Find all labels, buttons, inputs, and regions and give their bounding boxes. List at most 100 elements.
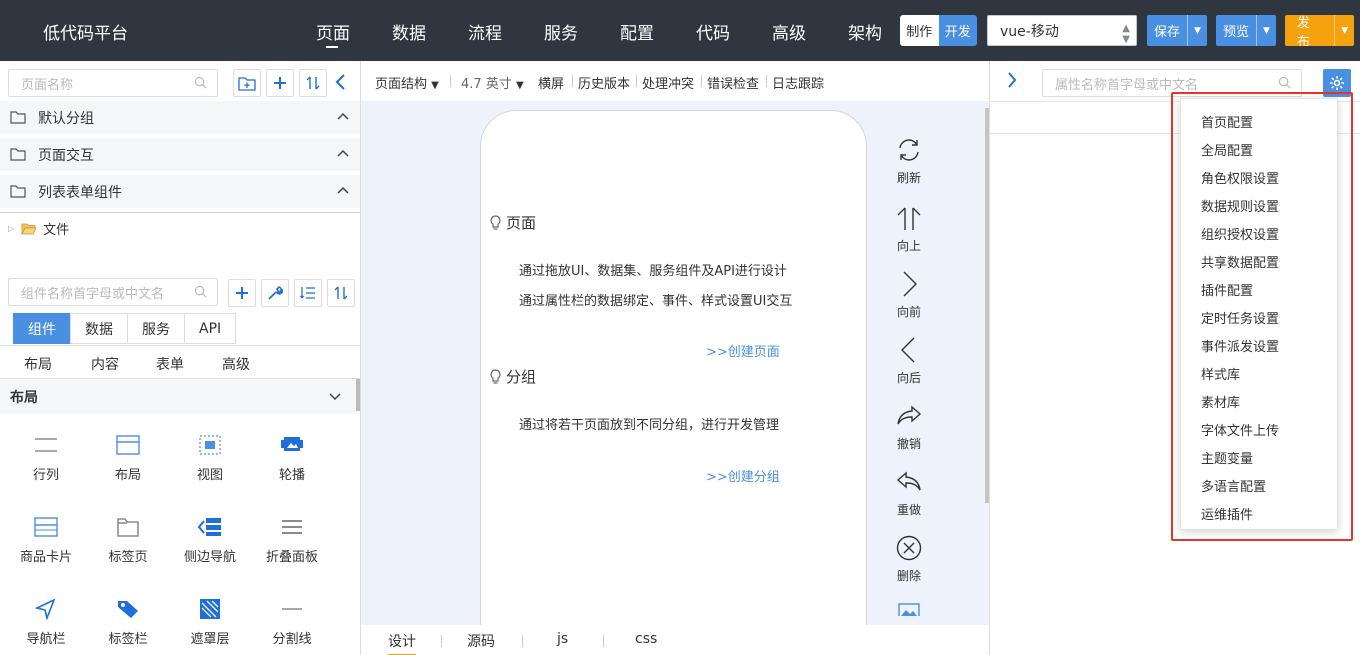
- tab-separator: [441, 635, 442, 647]
- group-row-list-form[interactable]: 列表表单组件: [0, 175, 360, 208]
- tab-js[interactable]: js: [557, 631, 568, 647]
- save-button[interactable]: 保存: [1147, 15, 1187, 46]
- subtab-advanced[interactable]: 高级: [222, 354, 250, 374]
- error-check-button[interactable]: 错误检查: [707, 73, 759, 92]
- platform-select[interactable]: vue-移动 ▲ ▼: [987, 15, 1137, 46]
- tree-item-file[interactable]: ▷ 文件: [8, 219, 69, 238]
- screen-size-label: 4.7 英寸: [461, 77, 512, 92]
- carousel-icon: [281, 437, 303, 451]
- component-search-input[interactable]: 组件名称首字母或中文名: [8, 278, 218, 306]
- nav-item-architecture[interactable]: 架构: [848, 19, 882, 44]
- subtab-form[interactable]: 表单: [156, 354, 184, 374]
- screen-size-dropdown[interactable]: 4.7 英寸 ▼: [461, 73, 524, 92]
- mode-switch: 制作 开发: [900, 15, 977, 46]
- create-page-link[interactable]: >>创建页面: [706, 341, 780, 360]
- component-label: 导航栏: [26, 632, 66, 647]
- nav-item-data[interactable]: 数据: [392, 19, 426, 44]
- move-back-tool[interactable]: 向后: [887, 337, 931, 386]
- subtab-content[interactable]: 内容: [91, 354, 119, 374]
- component-tabbar[interactable]: 标签栏: [87, 597, 169, 647]
- image-tool[interactable]: [887, 602, 931, 622]
- component-label: 商品卡片: [19, 550, 72, 565]
- tab-components[interactable]: 组件: [13, 313, 71, 344]
- tab-api[interactable]: API: [184, 313, 237, 344]
- preview-button[interactable]: 预览: [1216, 15, 1256, 46]
- component-overlay[interactable]: 遮罩层: [169, 597, 251, 647]
- mode-make-button[interactable]: 制作: [900, 15, 939, 46]
- add-folder-button[interactable]: [233, 69, 261, 97]
- delete-tool[interactable]: 删除: [887, 535, 931, 584]
- expand-panel-icon[interactable]: [1006, 71, 1018, 93]
- publish-dropdown-icon[interactable]: ▼: [1334, 15, 1354, 46]
- move-forward-tool[interactable]: 向前: [887, 271, 931, 320]
- log-trace-button[interactable]: 日志跟踪: [772, 73, 824, 92]
- nav-item-advanced[interactable]: 高级: [772, 19, 806, 44]
- phone-preview[interactable]: 页面 通过拖放UI、数据集、服务组件及API进行设计 通过属性栏的数据绑定、事件…: [480, 110, 867, 655]
- side-nav-icon: [197, 518, 221, 536]
- collapse-sidebar-icon[interactable]: [334, 73, 348, 95]
- tab-services[interactable]: 服务: [127, 313, 185, 344]
- component-settings-button[interactable]: [261, 279, 289, 307]
- move-up-tool[interactable]: 向上: [887, 205, 931, 254]
- add-page-button[interactable]: [266, 69, 294, 97]
- component-search-placeholder: 组件名称首字母或中文名: [21, 286, 165, 302]
- landscape-button[interactable]: 横屏: [538, 73, 564, 92]
- component-side-nav[interactable]: 侧边导航: [169, 515, 251, 565]
- redo-tool[interactable]: 重做: [887, 469, 931, 518]
- sort-icon: [334, 286, 348, 300]
- component-list-button[interactable]: [294, 279, 322, 307]
- nav-item-page[interactable]: 页面: [316, 19, 350, 44]
- group-row-default[interactable]: 默认分组: [0, 101, 360, 134]
- platform-select-value: vue-移动: [1000, 23, 1059, 40]
- undo-tool[interactable]: 撤销: [887, 403, 931, 452]
- chevron-updown-icon: ▲ ▼: [1122, 23, 1130, 45]
- chevron-up-icon: [337, 112, 349, 120]
- tab-design[interactable]: 设计: [388, 631, 416, 655]
- group-row-interaction[interactable]: 页面交互: [0, 138, 360, 171]
- component-collapse[interactable]: 折叠面板: [251, 515, 333, 565]
- subtab-layout[interactable]: 布局: [24, 354, 52, 374]
- component-product-card[interactable]: 商品卡片: [5, 515, 87, 565]
- tool-label: 刷新: [896, 171, 921, 185]
- nav-item-flow[interactable]: 流程: [468, 19, 502, 44]
- search-icon: [194, 76, 207, 89]
- tag-icon: [118, 601, 138, 618]
- refresh-tool[interactable]: 刷新: [887, 137, 931, 186]
- add-component-button[interactable]: [228, 279, 256, 307]
- left-scrollbar[interactable]: [356, 379, 360, 411]
- component-view[interactable]: 视图: [169, 433, 251, 483]
- folder-icon: [10, 111, 26, 124]
- nav-item-config[interactable]: 配置: [620, 19, 654, 44]
- component-navbar[interactable]: 导航栏: [5, 597, 87, 647]
- tab-data[interactable]: 数据: [70, 313, 128, 344]
- nav-item-service[interactable]: 服务: [544, 19, 578, 44]
- sort-pages-button[interactable]: [299, 69, 327, 97]
- history-button[interactable]: 历史版本: [578, 73, 630, 92]
- component-label: 侧边导航: [183, 550, 236, 565]
- component-tab-page[interactable]: 标签页: [87, 515, 169, 565]
- nav-active-indicator: [326, 46, 338, 48]
- component-row-col[interactable]: 行列: [5, 433, 87, 483]
- list-indent-icon: [300, 287, 315, 299]
- tree-item-label: 文件: [43, 223, 70, 238]
- component-label: 折叠面板: [265, 550, 318, 565]
- tab-source[interactable]: 源码: [467, 631, 495, 651]
- preview-dropdown-icon[interactable]: ▼: [1256, 15, 1276, 46]
- publish-button[interactable]: 发布: [1285, 15, 1334, 47]
- top-bar: 低代码平台 页面 数据 流程 服务 配置 代码 高级 架构 制作 开发 vue-…: [0, 0, 1360, 61]
- left-sidebar: 页面名称 默认分组 页面交互 列表表单组件 ▷ 文件 组件名称首字母或中文名 组…: [0, 61, 361, 655]
- tab-css[interactable]: css: [635, 631, 657, 647]
- page-structure-dropdown[interactable]: 页面结构 ▼: [375, 73, 439, 92]
- component-carousel[interactable]: 轮播: [251, 433, 333, 483]
- component-divider[interactable]: 分割线: [251, 597, 333, 647]
- component-layout[interactable]: 布局: [87, 433, 169, 483]
- page-search-input[interactable]: 页面名称: [8, 69, 218, 97]
- section-header-layout[interactable]: 布局: [0, 380, 356, 414]
- resolve-conflict-button[interactable]: 处理冲突: [642, 73, 694, 92]
- mode-dev-button[interactable]: 开发: [938, 15, 977, 46]
- component-tabs: 组件 数据 服务 API: [13, 313, 237, 344]
- sort-components-button[interactable]: [327, 279, 355, 307]
- nav-item-code[interactable]: 代码: [696, 19, 730, 44]
- save-dropdown-icon[interactable]: ▼: [1187, 15, 1207, 46]
- create-group-link[interactable]: >>创建分组: [706, 466, 780, 485]
